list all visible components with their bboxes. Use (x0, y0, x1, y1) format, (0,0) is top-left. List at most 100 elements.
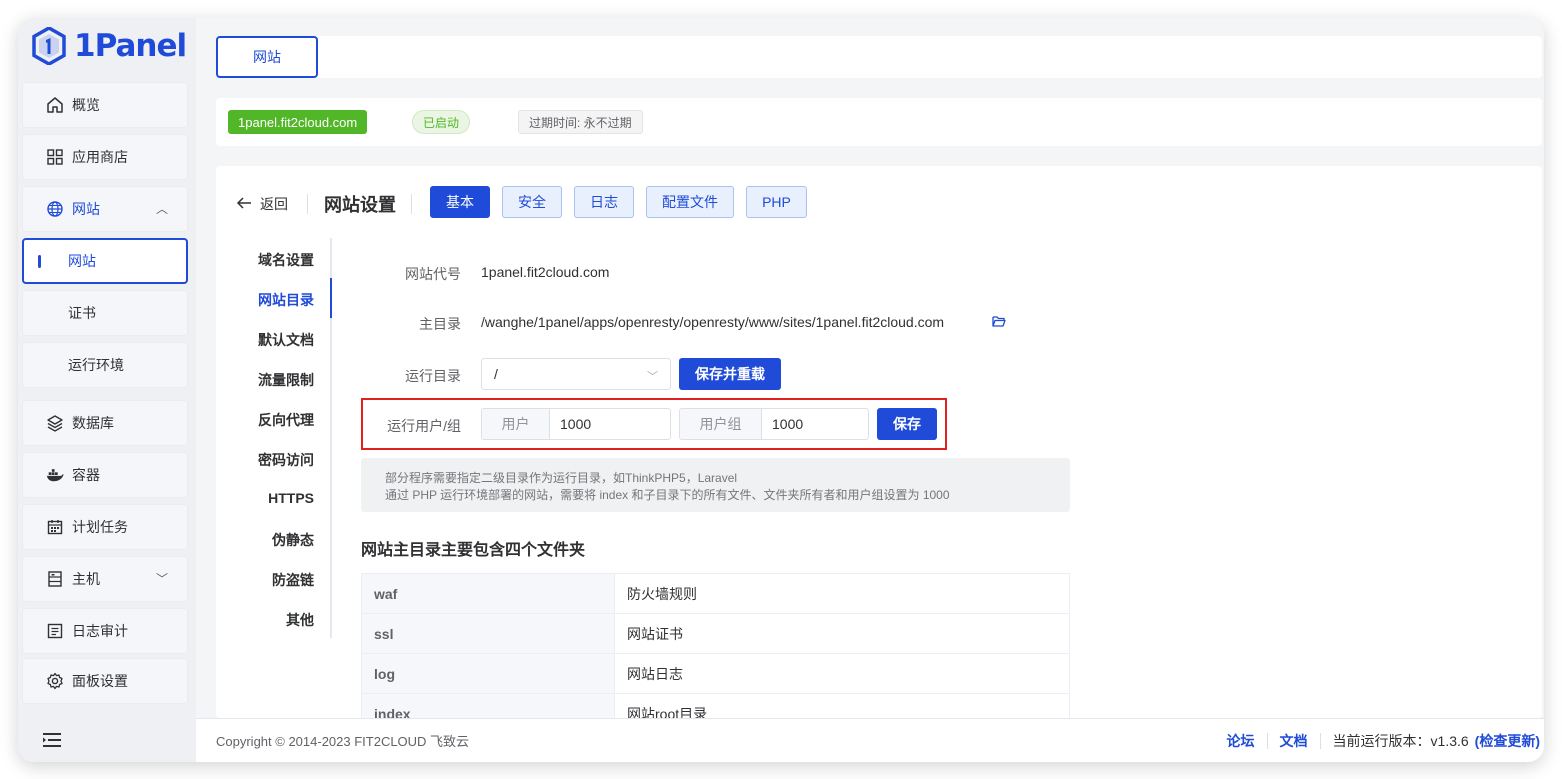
server-icon (46, 570, 64, 588)
sidebar-item-cron[interactable]: 计划任务 (22, 504, 188, 550)
settings-panel: 返回 网站设置 基本 安全 日志 配置文件 PHP 域名设置 网站目录 默认文档… (216, 166, 1542, 718)
sidebar-item-log-audit[interactable]: 日志审计 (22, 608, 188, 654)
menu-item-other[interactable]: 其他 (286, 610, 314, 630)
tab-config-file[interactable]: 配置文件 (646, 186, 734, 218)
table-row: index 网站root目录 (361, 693, 1070, 718)
hint-line: 通过 PHP 运行环境部署的网站，需要将 index 和子目录下的所有文件、文件… (385, 488, 950, 502)
sidebar-item-label: 应用商店 (72, 149, 128, 165)
divider (1266, 732, 1268, 749)
hint-line: 部分程序需要指定二级目录作为运行目录，如ThinkPHP5，Laravel (385, 471, 738, 485)
menu-item-site-directory[interactable]: 网站目录 (258, 290, 314, 310)
check-update-link[interactable]: (检查更新) (1475, 731, 1540, 751)
divider (411, 194, 412, 214)
sidebar-item-database[interactable]: 数据库 (22, 400, 188, 446)
footer-links: 论坛 文档 当前运行版本：v1.3.6 (检查更新) (1227, 731, 1540, 751)
group-input-group[interactable]: 用户组 1000 (679, 408, 869, 440)
root-dir-value: /wanghe/1panel/apps/openresty/openresty/… (481, 314, 945, 330)
expire-tag: 过期时间: 永不过期 (518, 110, 643, 134)
site-code-label: 网站代号 (405, 266, 461, 282)
folder-name: log (361, 653, 615, 694)
sidebar-item-settings[interactable]: 面板设置 (22, 658, 188, 704)
sidebar-item-website[interactable]: 网站 ︿ (22, 186, 188, 232)
back-button[interactable]: 返回 (236, 190, 288, 218)
folder-name: index (361, 693, 615, 718)
menu-item-traffic-limit[interactable]: 流量限制 (258, 370, 314, 390)
sidebar-item-label: 主机 (72, 571, 100, 587)
menu-item-reverse-proxy[interactable]: 反向代理 (258, 410, 314, 430)
tab-basic[interactable]: 基本 (430, 186, 490, 218)
logo-text: 1Panel (74, 28, 187, 64)
sidebar-item-label: 日志审计 (72, 623, 128, 639)
menu-item-rewrite[interactable]: 伪静态 (272, 530, 314, 550)
footer: Copyright © 2014-2023 FIT2CLOUD 飞致云 论坛 文… (196, 718, 1544, 762)
divider (307, 194, 308, 214)
sidebar-subitem-runtime[interactable]: 运行环境 (22, 342, 188, 388)
sidebar-item-appstore[interactable]: 应用商店 (22, 134, 188, 180)
run-dir-select[interactable]: / ﹀ (481, 358, 671, 390)
settings-side-menu: 域名设置 网站目录 默认文档 流量限制 反向代理 密码访问 HTTPS 伪静态 … (232, 238, 332, 638)
active-indicator (38, 255, 41, 268)
table-row: waf 防火墙规则 (361, 573, 1070, 614)
sidebar-item-label: 容器 (72, 467, 100, 483)
grid-icon (46, 148, 64, 166)
home-icon (46, 96, 64, 114)
folder-desc: 网站root目录 (614, 693, 1070, 718)
hint-box: 部分程序需要指定二级目录作为运行目录，如ThinkPHP5，Laravel 通过… (361, 458, 1070, 512)
tab-website[interactable]: 网站 (216, 36, 318, 78)
chevron-down-icon: ﹀ (647, 371, 658, 383)
sidebar-subitem-website[interactable]: 网站 (22, 238, 188, 284)
sidebar-subitem-certificate[interactable]: 证书 (22, 290, 188, 336)
tab-php[interactable]: PHP (746, 186, 807, 218)
sidebar-item-label: 面板设置 (72, 673, 128, 689)
docker-icon (46, 466, 64, 484)
app-window: 1Panel 概览 应用商店 网站 ︿ 网站 证书 运行环境 数据库 容器 计划… (18, 18, 1544, 762)
folder-name: waf (361, 573, 615, 614)
divider (1319, 732, 1321, 749)
user-input[interactable]: 1000 (550, 409, 591, 439)
menu-item-password-access[interactable]: 密码访问 (258, 450, 314, 470)
table-row: log 网站日志 (361, 653, 1070, 694)
run-dir-label: 运行目录 (405, 368, 461, 384)
site-code-value: 1panel.fit2cloud.com (481, 264, 610, 280)
folder-desc: 网站证书 (614, 613, 1070, 654)
sidebar-item-overview[interactable]: 概览 (22, 82, 188, 128)
table-row: ssl 网站证书 (361, 613, 1070, 654)
docs-link[interactable]: 文档 (1280, 731, 1308, 751)
folder-open-icon[interactable] (992, 315, 1006, 331)
user-input-group[interactable]: 用户 1000 (481, 408, 671, 440)
sidebar-item-label: 计划任务 (72, 519, 128, 535)
forum-link[interactable]: 论坛 (1227, 731, 1255, 751)
log-icon (46, 622, 64, 640)
tab-logs[interactable]: 日志 (574, 186, 634, 218)
sidebar-collapse-button[interactable] (18, 718, 196, 762)
sidebar-item-label: 数据库 (72, 415, 114, 431)
page-title: 网站设置 (324, 195, 396, 215)
globe-icon (46, 200, 64, 218)
sidebar-item-label: 证书 (68, 305, 96, 321)
user-prefix: 用户 (482, 409, 550, 439)
status-badge: 已启动 (412, 110, 471, 134)
sidebar-item-label: 运行环境 (68, 357, 124, 373)
root-dir-label: 主目录 (419, 316, 461, 332)
menu-item-anti-leech[interactable]: 防盗链 (272, 570, 314, 590)
group-prefix: 用户组 (680, 409, 762, 439)
sidebar-item-label: 网站 (68, 253, 96, 269)
website-info-bar: 1panel.fit2cloud.com 已启动 过期时间: 永不过期 (216, 98, 1542, 146)
tab-security[interactable]: 安全 (502, 186, 562, 218)
save-reload-button[interactable]: 保存并重载 (679, 358, 781, 390)
section-title: 网站主目录主要包含四个文件夹 (361, 542, 586, 559)
sidebar-item-label: 概览 (72, 97, 100, 113)
layers-icon (46, 414, 64, 432)
version-text: 当前运行版本：v1.3.6 (1332, 732, 1469, 749)
logo[interactable]: 1Panel (32, 26, 187, 66)
group-input[interactable]: 1000 (762, 409, 803, 439)
menu-item-https[interactable]: HTTPS (268, 490, 314, 506)
sidebar-item-container[interactable]: 容器 (22, 452, 188, 498)
folder-name: ssl (361, 613, 615, 654)
save-button[interactable]: 保存 (877, 408, 937, 440)
sidebar-item-label: 网站 (72, 201, 100, 217)
menu-item-default-doc[interactable]: 默认文档 (258, 330, 314, 350)
menu-item-domain[interactable]: 域名设置 (258, 250, 314, 270)
sidebar-item-host[interactable]: 主机 ﹀ (22, 556, 188, 602)
folder-table: waf 防火墙规则 ssl 网站证书 log 网站日志 index 网站root目录 (361, 573, 1070, 718)
